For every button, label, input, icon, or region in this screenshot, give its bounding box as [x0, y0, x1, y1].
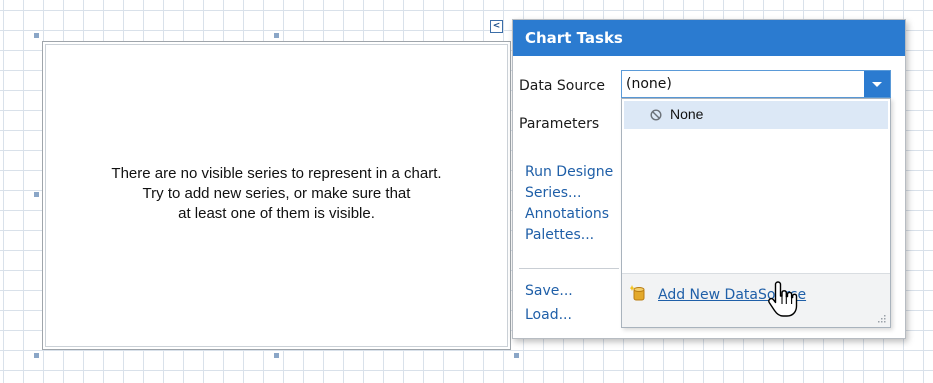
- combo-value: (none): [626, 76, 672, 92]
- separator: [519, 268, 619, 269]
- empty-chart-message: There are no visible series to represent…: [43, 164, 510, 224]
- load-link[interactable]: Load...: [525, 307, 572, 323]
- resize-handle-top-left[interactable]: [34, 33, 39, 38]
- run-designer-link[interactable]: Run Designe: [525, 164, 613, 180]
- data-source-combobox[interactable]: (none): [621, 70, 891, 98]
- resize-grip-icon[interactable]: [878, 315, 886, 323]
- data-source-label: Data Source: [519, 78, 605, 94]
- panel-title: Chart Tasks: [513, 20, 905, 56]
- resize-handle-middle-left[interactable]: [34, 192, 39, 197]
- resize-handle-bottom-left[interactable]: [34, 353, 39, 358]
- database-add-icon: [630, 285, 645, 301]
- parameters-label: Parameters: [519, 116, 600, 132]
- resize-handle-bottom-right[interactable]: [514, 353, 519, 358]
- empty-message-line-3: at least one of them is visible.: [178, 205, 375, 222]
- resize-handle-top-center[interactable]: [274, 33, 279, 38]
- palettes-link[interactable]: Palettes...: [525, 227, 594, 243]
- save-link[interactable]: Save...: [525, 283, 573, 299]
- data-source-dropdown: None Add New DataSource: [621, 98, 891, 328]
- empty-message-line-1: There are no visible series to represent…: [111, 165, 442, 182]
- option-none[interactable]: None: [624, 101, 888, 129]
- chart-area[interactable]: There are no visible series to represent…: [42, 41, 511, 350]
- resize-handle-bottom-center[interactable]: [274, 353, 279, 358]
- option-none-label: None: [670, 106, 704, 122]
- chart-tasks-panel: Chart Tasks Data Source Parameters Run D…: [512, 19, 906, 339]
- ban-icon: [650, 109, 662, 121]
- series-link[interactable]: Series...: [525, 185, 581, 201]
- annotations-link[interactable]: Annotations: [525, 206, 609, 222]
- dropdown-arrow-button[interactable]: [864, 71, 890, 97]
- hand-cursor-icon: [768, 281, 798, 317]
- empty-message-line-2: Try to add new series, or make sure that: [142, 185, 411, 202]
- smart-tag-button[interactable]: <: [490, 20, 503, 33]
- chart-control[interactable]: There are no visible series to represent…: [34, 33, 519, 358]
- dropdown-footer: Add New DataSource: [622, 273, 890, 327]
